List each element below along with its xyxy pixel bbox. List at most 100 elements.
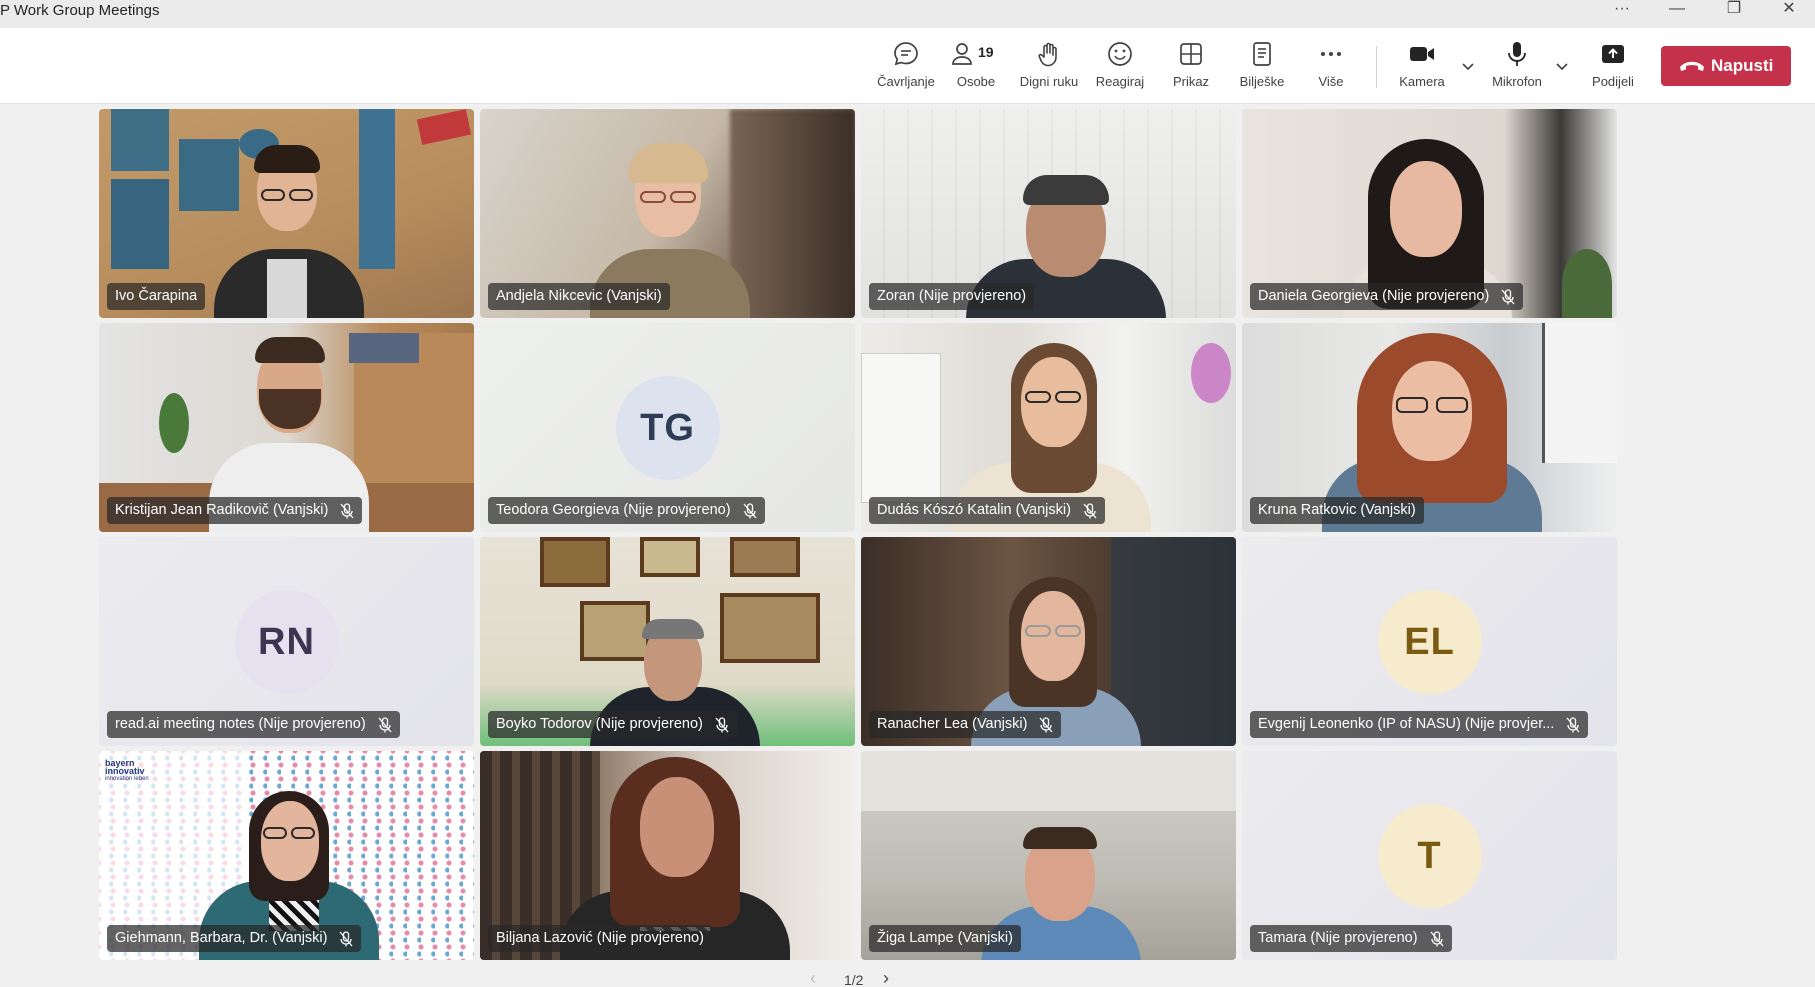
view-label: Prikaz [1172,74,1210,89]
participant-name: Kristijan Jean Radikovič (Vanjski) [115,502,329,518]
leave-label: Napusti [1711,56,1774,75]
participant-tile[interactable]: bayern innovativ innovation leben Giehma… [99,751,474,960]
participant-tile[interactable]: Dudás Kószó Katalin (Vanjski) [861,323,1236,532]
mic-button[interactable]: Mikrofon [1484,40,1550,96]
toolbar-divider [1376,46,1377,88]
avatar: RN [234,589,339,694]
people-label: Osobe [956,74,996,89]
participant-name: Tamara (Nije provjereno) [1258,930,1418,946]
more-label: Više [1318,74,1344,89]
participant-nameplate: Ranacher Lea (Vanjski) [869,711,1062,738]
smiley-icon [1092,40,1148,70]
participant-name: Dudás Kószó Katalin (Vanjski) [877,502,1071,518]
avatar: TG [615,375,720,480]
participant-name: Teodora Georgieva (Nije provjereno) [496,502,731,518]
people-count: 19 [978,44,994,60]
mic-off-icon [339,930,353,947]
notes-icon [1234,40,1290,70]
mic-off-icon [743,502,757,519]
notes-button[interactable]: Bilješke [1234,40,1290,96]
logo-text: innovation leben [105,776,149,782]
participant-tile[interactable]: Biljana Lazović (Nije provjereno) [480,751,855,960]
leave-button[interactable]: Napusti [1661,46,1791,86]
people-button[interactable]: 19 Osobe [946,40,1006,96]
share-screen-icon [1584,40,1642,70]
participant-tile[interactable]: Kruna Ratkovic (Vanjski) [1242,323,1617,532]
participant-tile[interactable]: RN read.ai meeting notes (Nije provjeren… [99,537,474,746]
participant-tile[interactable]: T Tamara (Nije provjereno) [1242,751,1617,960]
chat-bubble-icon [871,40,941,70]
restore-button[interactable]: ❐ [1714,0,1754,20]
participant-nameplate: Ivo Čarapina [107,283,206,310]
participant-nameplate: Kristijan Jean Radikovič (Vanjski) [107,497,363,524]
logo-text: innovativ [105,766,145,776]
participant-nameplate: Žiga Lampe (Vanjski) [869,925,1021,952]
react-button[interactable]: Reagiraj [1092,40,1148,96]
raise-hand-icon [1012,40,1086,70]
window-more-button[interactable]: ··· [1602,0,1642,20]
raise-hand-label: Digni ruku [1019,74,1079,89]
chat-button[interactable]: Čavrljanje [871,40,941,96]
avatar: T [1377,803,1482,908]
participant-tile[interactable]: Boyko Todorov (Nije provjereno) [480,537,855,746]
mic-off-icon [340,502,354,519]
notes-label: Bilješke [1239,74,1285,89]
page-navigation: ‹ 1/2 › [810,968,910,987]
grid-view-icon [1166,40,1216,70]
close-window-button[interactable]: ✕ [1769,0,1809,20]
participant-tile[interactable]: Kristijan Jean Radikovič (Vanjski) [99,323,474,532]
participant-nameplate: Zoran (Nije provjereno) [869,283,1035,310]
share-button[interactable]: Podijeli [1584,40,1642,96]
mic-off-icon [1566,716,1580,733]
mic-options-chevron-icon[interactable] [1552,56,1572,76]
participant-name: Evgenij Leonenko (IP of NASU) (Nije prov… [1258,716,1555,732]
title-bar: P Work Group Meetings ··· — ❐ ✕ [0,0,1815,28]
participant-tile[interactable]: Zoran (Nije provjereno) [861,109,1236,318]
more-dots-icon [1306,40,1356,70]
participant-name: Ivo Čarapina [115,288,198,304]
participant-nameplate: Giehmann, Barbara, Dr. (Vanjski) [107,925,362,952]
window-title: P Work Group Meetings [0,2,160,19]
participant-nameplate: Biljana Lazović (Nije provjereno) [488,925,712,952]
mic-off-icon [1039,716,1053,733]
minimize-button[interactable]: — [1657,0,1697,20]
participant-nameplate: Tamara (Nije provjereno) [1250,925,1452,952]
participant-nameplate: Boyko Todorov (Nije provjereno) [488,711,737,738]
page-indicator: 1/2 [844,972,864,987]
mic-off-icon [1430,930,1444,947]
participant-grid: Ivo Čarapina Andjela Nikcevic (Vanjski) … [99,109,1617,960]
camera-label: Kamera [1399,74,1445,89]
meeting-toolbar: Čavrljanje 19 Osobe Digni ruku Reagiraj … [0,28,1815,104]
mic-label: Mikrofon [1492,74,1542,89]
participant-nameplate: Evgenij Leonenko (IP of NASU) (Nije prov… [1250,711,1589,738]
previous-page-button[interactable]: ‹ [810,968,816,987]
participant-name: Andjela Nikcevic (Vanjski) [496,288,662,304]
participant-tile[interactable]: Andjela Nikcevic (Vanjski) [480,109,855,318]
participant-name: Ranacher Lea (Vanjski) [877,716,1028,732]
view-button[interactable]: Prikaz [1166,40,1216,96]
participant-nameplate: Kruna Ratkovic (Vanjski) [1250,497,1424,524]
mic-off-icon [1501,288,1515,305]
camera-options-chevron-icon[interactable] [1458,56,1478,76]
participant-tile[interactable]: TG Teodora Georgieva (Nije provjereno) [480,323,855,532]
participant-nameplate: Daniela Georgieva (Nije provjereno) [1250,283,1524,310]
people-icon: 19 [950,40,1002,70]
participant-tile[interactable]: EL Evgenij Leonenko (IP of NASU) (Nije p… [1242,537,1617,746]
participant-tile[interactable]: Žiga Lampe (Vanjski) [861,751,1236,960]
share-label: Podijeli [1592,74,1634,89]
participant-name: Žiga Lampe (Vanjski) [877,930,1013,946]
participant-nameplate: Andjela Nikcevic (Vanjski) [488,283,670,310]
participant-name: Boyko Todorov (Nije provjereno) [496,716,703,732]
participant-tile[interactable]: Ranacher Lea (Vanjski) [861,537,1236,746]
participant-nameplate: Teodora Georgieva (Nije provjereno) [488,497,765,524]
camera-button[interactable]: Kamera [1392,40,1452,96]
participant-nameplate: read.ai meeting notes (Nije provjereno) [107,711,400,738]
chat-label: Čavrljanje [877,74,935,89]
participant-tile[interactable]: Ivo Čarapina [99,109,474,318]
more-button[interactable]: Više [1306,40,1356,96]
participant-nameplate: Dudás Kószó Katalin (Vanjski) [869,497,1105,524]
next-page-button[interactable]: › [883,968,889,987]
participant-name: read.ai meeting notes (Nije provjereno) [115,716,366,732]
raise-hand-button[interactable]: Digni ruku [1012,40,1086,96]
participant-tile[interactable]: Daniela Georgieva (Nije provjereno) [1242,109,1617,318]
